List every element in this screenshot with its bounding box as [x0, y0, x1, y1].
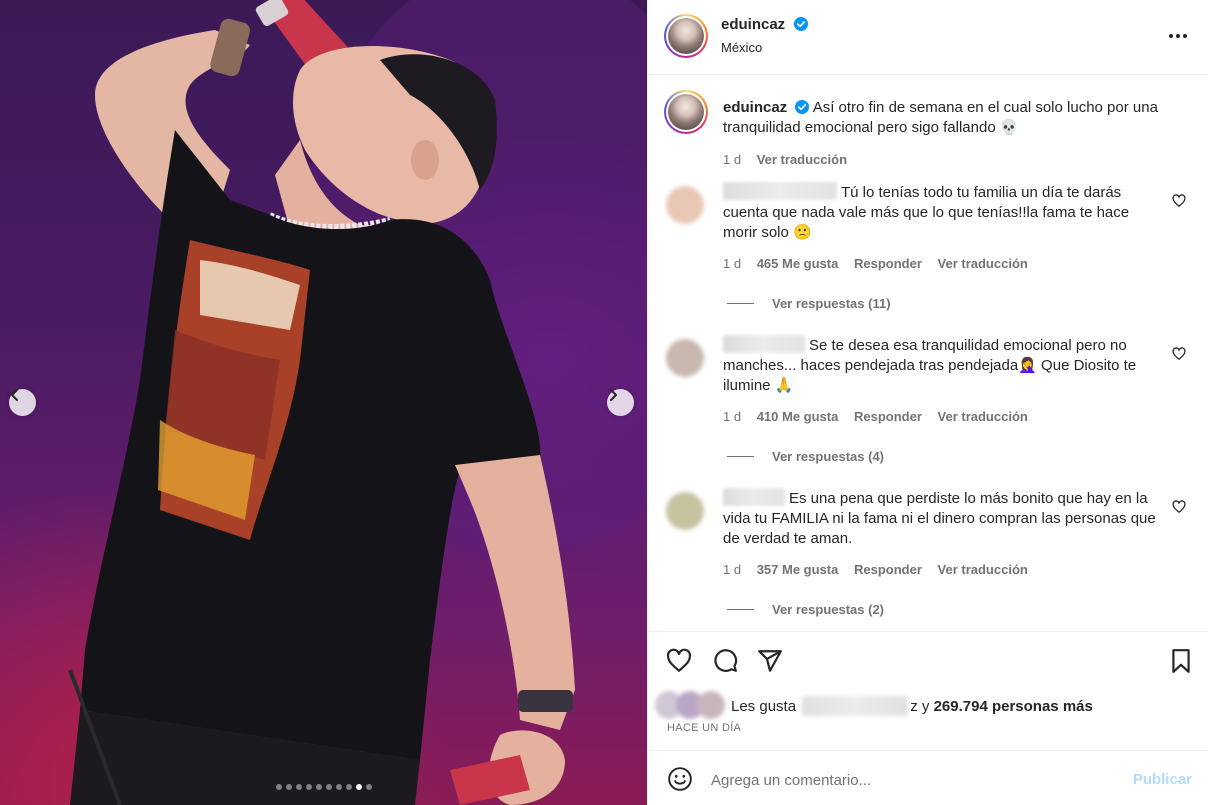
post-header: eduincaz México	[648, 0, 1208, 75]
post-detail-panel: eduincaz México eduincaz Así otro fin de…	[647, 0, 1208, 805]
comment-time[interactable]: 1 d	[723, 256, 741, 271]
caption-time[interactable]: 1 d	[723, 152, 741, 167]
comment-bubble-icon	[714, 649, 738, 672]
comment-input[interactable]	[711, 768, 1111, 792]
more-options-icon	[1169, 34, 1187, 38]
carousel-dot	[275, 784, 282, 790]
post-location[interactable]: México	[721, 40, 762, 55]
heart-icon	[666, 648, 692, 672]
comment-like-button[interactable]	[1172, 194, 1186, 213]
chevron-right-icon	[610, 389, 617, 401]
carousel-dot	[335, 784, 342, 790]
carousel-dot	[315, 784, 322, 790]
verified-badge-icon	[795, 100, 810, 114]
comment-likes[interactable]: 410 Me gusta	[757, 409, 839, 424]
emoji-button[interactable]	[667, 766, 693, 797]
commenter-username-redacted[interactable]	[723, 335, 805, 353]
comment-like-button[interactable]	[1172, 347, 1186, 366]
liker-avatars[interactable]	[654, 690, 726, 720]
send-icon	[758, 650, 782, 672]
next-slide-button[interactable]	[607, 389, 634, 416]
comment-translate-link[interactable]: Ver traducción	[938, 409, 1028, 424]
replies-divider	[727, 303, 754, 304]
carousel-dot	[345, 784, 352, 790]
view-replies-label: Ver respuestas (11)	[772, 296, 891, 311]
carousel-dot	[355, 784, 362, 790]
likes-suffix: z y	[910, 698, 930, 715]
comment-translate-link[interactable]: Ver traducción	[938, 562, 1028, 577]
comment-text: Es una pena que perdiste lo más bonito q…	[723, 490, 1156, 547]
comment-likes[interactable]: 465 Me gusta	[757, 256, 839, 271]
publish-button[interactable]: Publicar	[1133, 771, 1192, 788]
caption-text: Así otro fin de semana en el cual solo l…	[723, 99, 1158, 136]
commenter-avatar[interactable]	[666, 492, 704, 530]
bookmark-icon	[1172, 649, 1190, 673]
avatar-image	[668, 94, 704, 130]
emoji-icon	[668, 767, 692, 791]
comment-like-button[interactable]	[1172, 500, 1186, 519]
chevron-left-icon	[11, 389, 18, 401]
author-username[interactable]: eduincaz	[721, 16, 785, 33]
carousel-dot	[305, 784, 312, 790]
comment-composer: Publicar	[648, 750, 1208, 805]
comment-translate-link[interactable]: Ver traducción	[938, 256, 1028, 271]
post-actions-bar	[648, 631, 1208, 689]
view-replies-button[interactable]: Ver respuestas (2)	[707, 602, 884, 617]
post-photo	[0, 0, 647, 805]
commenter-avatar[interactable]	[666, 186, 704, 224]
carousel-dot	[325, 784, 332, 790]
commenter-avatar[interactable]	[666, 339, 704, 377]
view-replies-label: Ver respuestas (4)	[772, 449, 885, 464]
share-button[interactable]	[757, 648, 783, 679]
previous-slide-button[interactable]	[9, 389, 36, 416]
more-options-button[interactable]	[1168, 26, 1188, 51]
comment-reply-button[interactable]: Responder	[854, 409, 922, 424]
commenter-username-redacted[interactable]	[723, 488, 785, 506]
comment-reply-button[interactable]: Responder	[854, 562, 922, 577]
view-replies-button[interactable]: Ver respuestas (4)	[707, 449, 884, 464]
caption-translate-link[interactable]: Ver traducción	[757, 152, 847, 167]
likes-count[interactable]: 269.794 personas más	[934, 698, 1093, 715]
carousel-dot	[285, 784, 292, 790]
post-time-ago[interactable]: Hace un día	[667, 722, 741, 734]
like-button[interactable]	[666, 648, 692, 679]
liker-avatar-stack	[655, 691, 725, 719]
author-avatar[interactable]	[664, 14, 708, 58]
view-replies-label: Ver respuestas (2)	[772, 602, 885, 617]
replies-divider	[727, 456, 754, 457]
caption-username[interactable]: eduincaz	[723, 99, 787, 116]
avatar-image	[668, 18, 704, 54]
replies-divider	[727, 609, 754, 610]
view-replies-button[interactable]: Ver respuestas (11)	[707, 296, 891, 311]
comments-section[interactable]: eduincaz Así otro fin de semana en el cu…	[648, 76, 1208, 631]
heart-icon	[1172, 347, 1186, 360]
photo-illustration	[68, 0, 647, 805]
likes-summary: Les gusta z y 269.794 personas más Hace …	[648, 690, 1208, 750]
carousel-dot	[365, 784, 372, 790]
heart-icon	[1172, 194, 1186, 207]
verified-badge-icon	[793, 17, 808, 31]
comment-time[interactable]: 1 d	[723, 562, 741, 577]
liker-username-redacted[interactable]	[802, 696, 909, 716]
carousel-indicator	[0, 784, 647, 790]
heart-icon	[1172, 500, 1186, 513]
save-button[interactable]	[1168, 648, 1194, 679]
caption-author-avatar[interactable]	[664, 90, 708, 134]
comment-button[interactable]	[712, 648, 738, 679]
commenter-username-redacted[interactable]	[723, 182, 837, 200]
likes-prefix: Les gusta	[731, 698, 797, 715]
carousel-dot	[295, 784, 302, 790]
comment-likes[interactable]: 357 Me gusta	[757, 562, 839, 577]
comment-time[interactable]: 1 d	[723, 409, 741, 424]
comment-reply-button[interactable]: Responder	[854, 256, 922, 271]
